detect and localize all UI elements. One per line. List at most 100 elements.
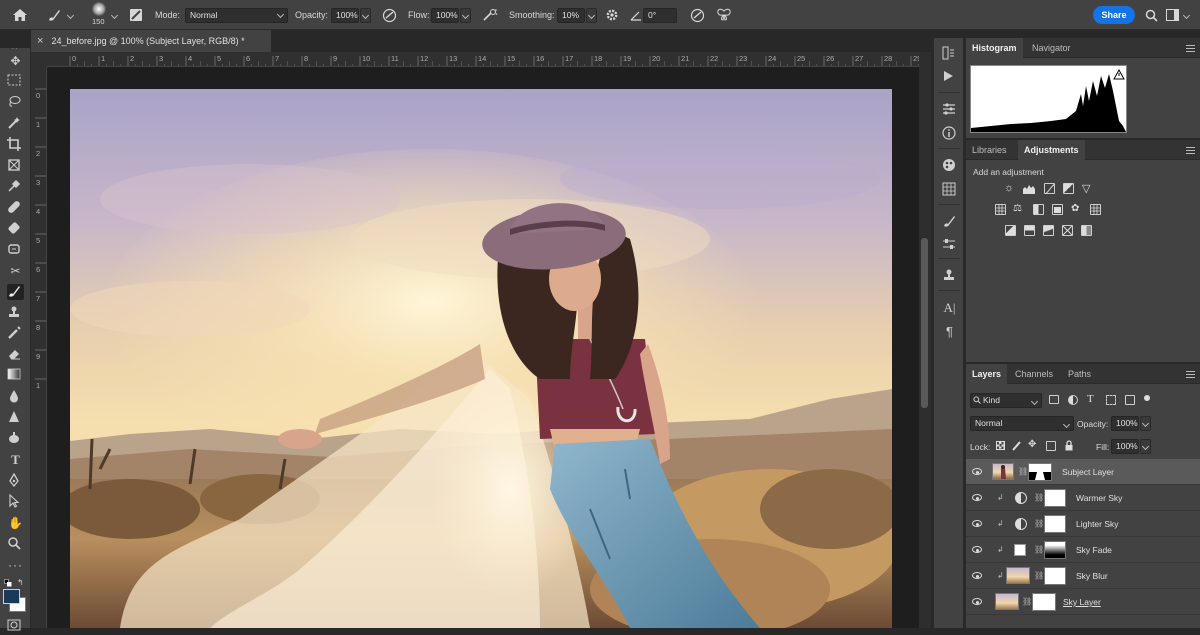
burn-tool-icon[interactable] (7, 431, 24, 447)
history-brush-icon[interactable] (7, 326, 24, 342)
workspace-dropdown[interactable] (1182, 9, 1193, 24)
visibility-eye-icon[interactable] (972, 546, 982, 553)
brightness-contrast-icon[interactable]: ☼ (1004, 182, 1014, 194)
layer-row-sky-fade[interactable]: ↲ ⛓ Sky Fade (966, 537, 1200, 563)
visibility-eye-icon[interactable] (972, 468, 982, 475)
lasso-tool-icon[interactable] (7, 95, 24, 111)
pressure-size-icon[interactable] (690, 0, 705, 30)
visibility-eye-icon[interactable] (972, 598, 982, 605)
vibrance-icon[interactable]: ▽ (1082, 182, 1090, 195)
scissors-tool-icon[interactable]: ✂ (7, 263, 24, 279)
top-ruler[interactable]: 0 1 2 3 4 5 6 7 8 9 10 11 12 13 14 15 16 17 18 19 20 21 22 23 24… (47, 52, 919, 67)
paragraph-panel-icon[interactable]: ¶ (942, 324, 957, 339)
selective-color-icon[interactable] (1062, 225, 1073, 236)
layer-name[interactable]: Sky Layer (1063, 589, 1101, 615)
layer-row-sky-blur[interactable]: ↲ ⛓ Sky Blur (966, 563, 1200, 589)
blur-tool-icon[interactable] (7, 389, 24, 405)
threshold-icon[interactable] (1043, 225, 1054, 236)
swap-colors-icon[interactable] (4, 579, 12, 587)
layer-mask-thumbnail[interactable] (1044, 567, 1066, 585)
layer-opacity-input[interactable]: 100% (1111, 416, 1139, 431)
layer-opacity-dropdown[interactable] (1140, 416, 1151, 431)
document-image[interactable] (70, 89, 892, 628)
lock-all-icon[interactable] (1064, 440, 1074, 451)
brush-settings-panel-icon[interactable] (942, 214, 957, 229)
invert-icon[interactable] (1005, 225, 1016, 236)
frame-tool-icon[interactable] (7, 158, 24, 174)
layer-mask-thumbnail[interactable] (1044, 515, 1066, 533)
smoothing-input[interactable]: 10% (557, 8, 585, 23)
posterize-icon[interactable] (1024, 225, 1035, 236)
layer-name[interactable]: Lighter Sky (1076, 511, 1119, 537)
gradient-tool-icon[interactable] (7, 368, 24, 384)
brush-tool-preset-icon[interactable] (47, 0, 61, 30)
lock-pixels-icon[interactable] (1012, 440, 1022, 451)
pen-tool-icon[interactable] (7, 473, 24, 489)
adjustments-panel-menu-icon[interactable] (1186, 147, 1195, 154)
chain-link-icon[interactable]: ⛓ (1022, 597, 1032, 606)
path-selection-tool-icon[interactable] (7, 494, 24, 510)
layer-name[interactable]: Sky Blur (1076, 563, 1108, 589)
visibility-eye-icon[interactable] (972, 572, 982, 579)
properties-icon[interactable] (942, 102, 957, 117)
crop-tool-icon[interactable] (7, 137, 24, 153)
tab-libraries[interactable]: Libraries (966, 140, 1013, 160)
symmetry-butterfly-icon[interactable] (716, 0, 732, 30)
black-white-icon[interactable] (1033, 204, 1044, 215)
layer-mask-thumbnail[interactable] (1044, 541, 1066, 559)
curves-icon[interactable] (1044, 183, 1055, 194)
gradient-map-icon[interactable] (1081, 225, 1092, 236)
pressure-opacity-icon[interactable] (382, 0, 397, 30)
info-icon[interactable] (942, 126, 957, 141)
flow-dropdown[interactable] (460, 8, 471, 23)
layer-name[interactable]: Sky Fade (1076, 537, 1112, 563)
zoom-tool-icon[interactable] (7, 536, 24, 552)
layer-name[interactable]: Warmer Sky (1076, 485, 1122, 511)
filter-shape-icon[interactable] (1106, 395, 1116, 405)
left-ruler[interactable]: 0 1 2 3 4 5 6 7 8 9 1 (31, 67, 47, 628)
swatches-icon[interactable] (942, 182, 957, 197)
filter-smart-object-icon[interactable] (1125, 395, 1135, 405)
blend-mode-dropdown[interactable] (1062, 418, 1073, 433)
smoothing-dropdown[interactable] (586, 8, 597, 23)
clone-source-icon[interactable] (942, 268, 957, 283)
visibility-eye-icon[interactable] (972, 520, 982, 527)
filter-type-icon[interactable]: T (1087, 393, 1094, 405)
document-tab[interactable]: × 24_before.jpg @ 100% (Subject Layer, R… (31, 30, 271, 52)
character-panel-icon[interactable]: A| (942, 300, 957, 315)
layer-name[interactable]: Subject Layer (1062, 459, 1114, 485)
actions-play-icon[interactable] (942, 70, 957, 85)
hand-tool-icon[interactable]: ✋ (7, 515, 24, 531)
smoothing-settings-gear-icon[interactable] (605, 0, 619, 30)
tab-histogram[interactable]: Histogram (966, 38, 1023, 58)
layer-row-sky-layer[interactable]: ⛓ Sky Layer (966, 589, 1200, 615)
hue-saturation-icon[interactable] (995, 204, 1006, 215)
home-icon[interactable] (12, 0, 28, 30)
quick-mask-icon[interactable] (7, 619, 24, 635)
dodge-tool-icon[interactable] (7, 410, 24, 426)
layers-panel-menu-icon[interactable] (1186, 371, 1195, 378)
chain-link-icon[interactable]: ⛓ (1034, 571, 1044, 580)
layer-mask-thumbnail[interactable] (1044, 489, 1066, 507)
tab-adjustments[interactable]: Adjustments (1018, 140, 1085, 160)
opacity-dropdown[interactable] (360, 8, 371, 23)
stamp-tool-icon[interactable] (7, 305, 24, 321)
brush-tool-icon[interactable] (7, 284, 24, 300)
chain-link-icon[interactable]: ⛓ (1034, 545, 1044, 554)
magic-wand-tool-icon[interactable] (7, 116, 24, 132)
color-lookup-icon[interactable] (1090, 204, 1101, 215)
visibility-eye-icon[interactable] (972, 494, 982, 501)
histogram-panel-menu-icon[interactable] (1186, 45, 1195, 52)
marquee-tool-icon[interactable] (7, 74, 24, 90)
brush-preset-dropdown[interactable] (66, 9, 77, 24)
lock-position-icon[interactable]: ✥ (1028, 439, 1036, 450)
filter-adjustment-icon[interactable] (1068, 395, 1078, 405)
photo-filter-icon[interactable] (1052, 204, 1063, 215)
tab-paths[interactable]: Paths (1062, 364, 1097, 384)
mode-select[interactable]: Normal (185, 8, 288, 23)
channel-mixer-icon[interactable]: ✿ (1071, 203, 1079, 214)
exposure-icon[interactable] (1063, 183, 1074, 194)
chain-link-icon[interactable]: ⛓ (1034, 519, 1044, 528)
brush-angle-input[interactable]: 0° (643, 8, 677, 23)
eyedropper-tool-icon[interactable] (7, 179, 24, 195)
